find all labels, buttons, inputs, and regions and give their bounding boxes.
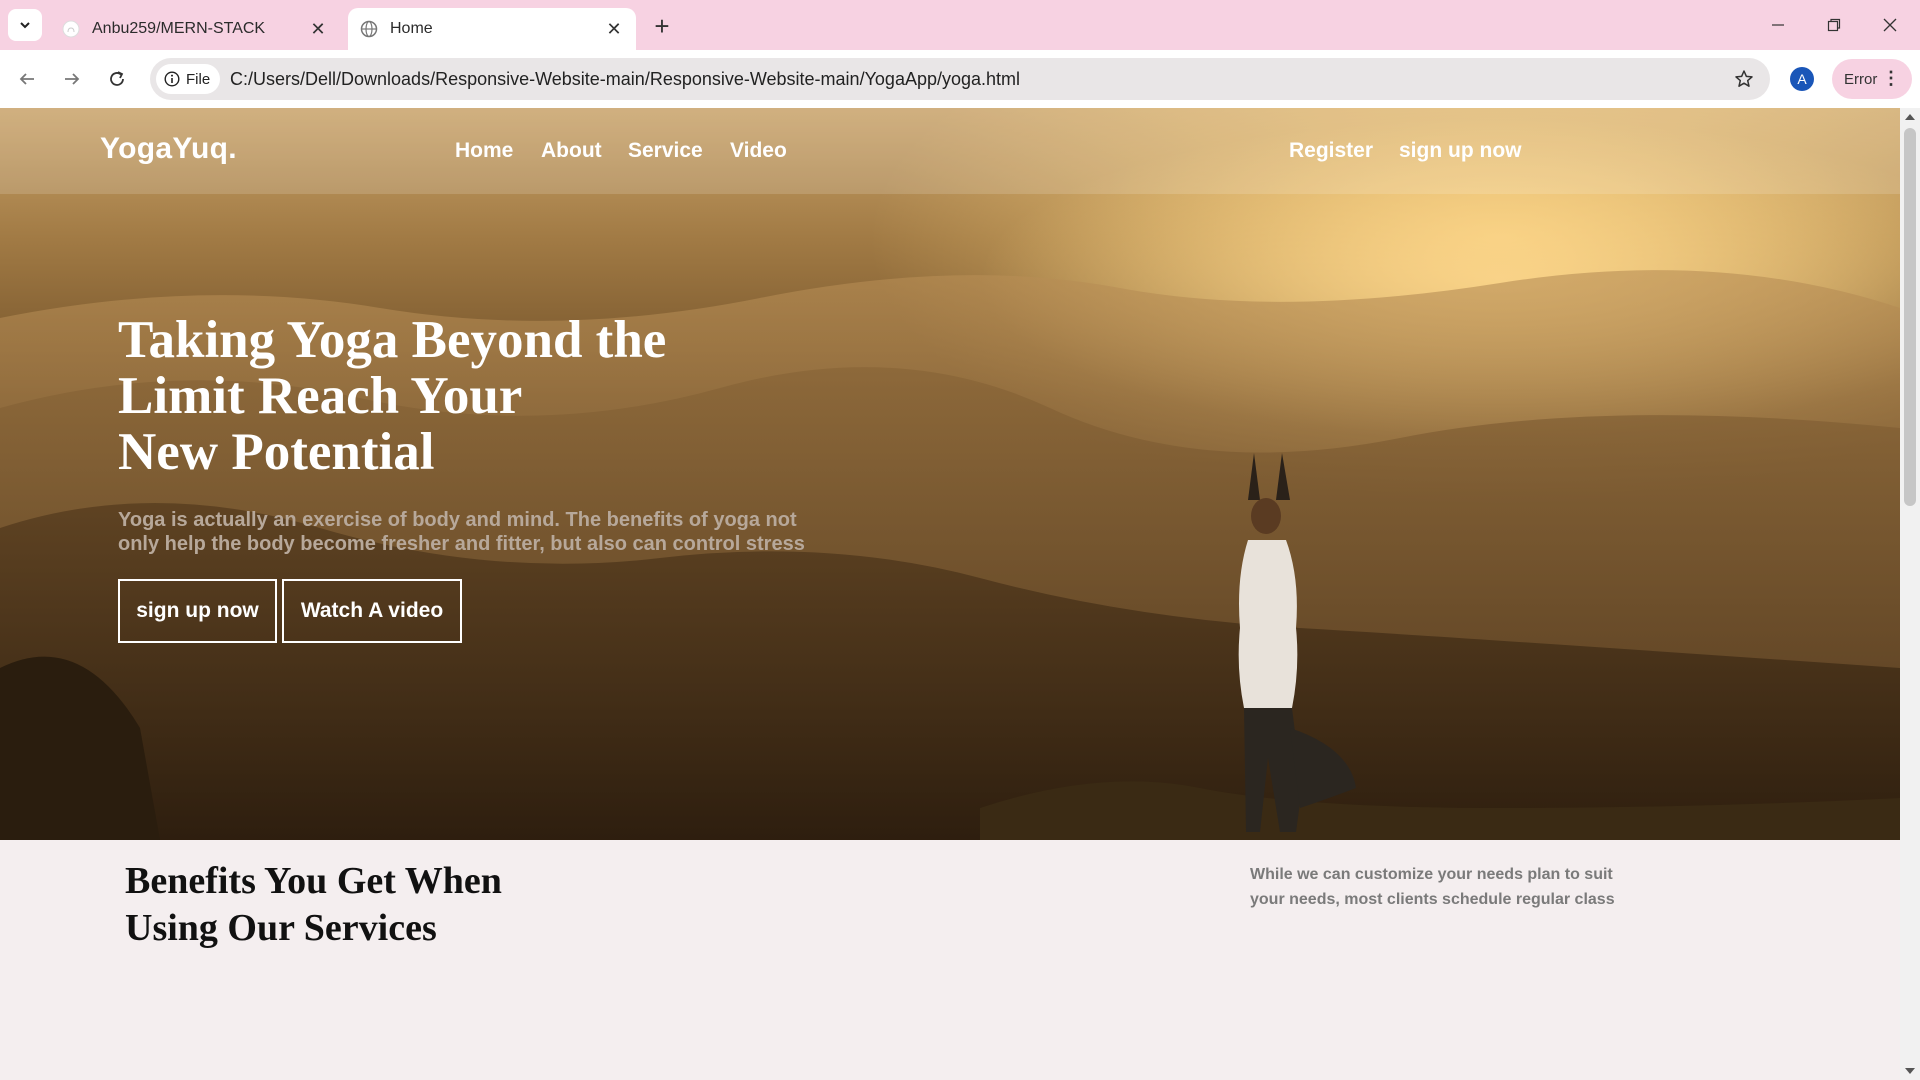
- signup-button[interactable]: sign up now: [118, 579, 277, 643]
- info-icon: [164, 71, 180, 87]
- tab-title: Home: [390, 20, 433, 37]
- close-icon: [1883, 18, 1897, 32]
- tab-home[interactable]: Home ✕: [348, 8, 636, 50]
- minimize-icon: [1772, 24, 1784, 26]
- benefits-heading-line: Using Our Services: [125, 907, 437, 949]
- watch-video-button[interactable]: Watch A video: [282, 579, 462, 643]
- browser-toolbar: File C:/Users/Dell/Downloads/Responsive-…: [0, 50, 1920, 108]
- headline-line: Limit Reach Your: [118, 367, 523, 425]
- nav-link-home[interactable]: Home: [455, 139, 513, 163]
- arrow-right-icon: [65, 73, 80, 85]
- page-viewport: YogaYuq. Home About Service Video Regist…: [0, 108, 1900, 1080]
- page-scrollbar[interactable]: [1900, 108, 1920, 1080]
- url-text[interactable]: C:/Users/Dell/Downloads/Responsive-Websi…: [230, 58, 1020, 100]
- forward-button[interactable]: [55, 62, 89, 96]
- github-icon: [62, 20, 80, 38]
- nav-link-video[interactable]: Video: [730, 139, 787, 163]
- restore-button[interactable]: [1814, 10, 1854, 40]
- browser-tab-bar: Anbu259/MERN-STACK ✕ Home ✕ +: [0, 0, 1920, 50]
- benefits-heading: Benefits You Get When Using Our Services: [125, 858, 625, 952]
- globe-icon: [360, 20, 378, 38]
- plus-icon: +: [654, 10, 670, 41]
- headline-line: New Potential: [118, 423, 435, 481]
- hero-subtext: Yoga is actually an exercise of body and…: [118, 509, 805, 555]
- scroll-down-arrow-icon[interactable]: [1905, 1068, 1915, 1074]
- restore-icon: [1827, 18, 1841, 32]
- site-chip-label: File: [186, 70, 211, 88]
- reload-icon: [110, 71, 124, 86]
- more-vert-icon: ⋮: [1882, 68, 1900, 88]
- site-navbar: YogaYuq. Home About Service Video Regist…: [0, 108, 1900, 194]
- site-logo[interactable]: YogaYuq.: [100, 132, 237, 166]
- arrow-left-icon: [19, 73, 34, 85]
- new-tab-button[interactable]: +: [648, 10, 676, 41]
- nav-link-signup[interactable]: sign up now: [1399, 139, 1521, 163]
- bookmark-star-icon[interactable]: [1732, 67, 1756, 91]
- scroll-up-arrow-icon[interactable]: [1905, 114, 1915, 120]
- address-bar[interactable]: File C:/Users/Dell/Downloads/Responsive-…: [150, 58, 1770, 100]
- nav-link-about[interactable]: About: [541, 139, 602, 163]
- error-label: Error: [1844, 70, 1878, 88]
- close-icon[interactable]: ✕: [602, 17, 626, 41]
- scrollbar-thumb[interactable]: [1904, 128, 1916, 506]
- error-menu-button[interactable]: Error ⋮: [1832, 59, 1912, 99]
- tab-search-button[interactable]: [8, 9, 42, 41]
- hero-section: YogaYuq. Home About Service Video Regist…: [0, 108, 1900, 840]
- hero-headline: Taking Yoga Beyond the Limit Reach Your …: [118, 312, 838, 480]
- site-info-button[interactable]: File: [156, 64, 221, 94]
- nav-link-service[interactable]: Service: [628, 139, 703, 163]
- back-button[interactable]: [10, 62, 44, 96]
- benefits-heading-line: Benefits You Get When: [125, 860, 502, 902]
- chevron-down-icon: [20, 22, 30, 29]
- benefits-description: While we can customize your needs plan t…: [1250, 866, 1615, 908]
- tab-github[interactable]: Anbu259/MERN-STACK ✕: [50, 8, 340, 50]
- close-icon[interactable]: ✕: [306, 17, 330, 41]
- profile-avatar[interactable]: A: [1790, 67, 1814, 91]
- close-window-button[interactable]: [1870, 10, 1910, 40]
- nav-link-register[interactable]: Register: [1289, 139, 1373, 163]
- minimize-button[interactable]: [1758, 10, 1798, 40]
- headline-line: Taking Yoga Beyond the: [118, 311, 667, 369]
- tab-title: Anbu259/MERN-STACK: [92, 20, 266, 37]
- reload-button[interactable]: [100, 62, 134, 96]
